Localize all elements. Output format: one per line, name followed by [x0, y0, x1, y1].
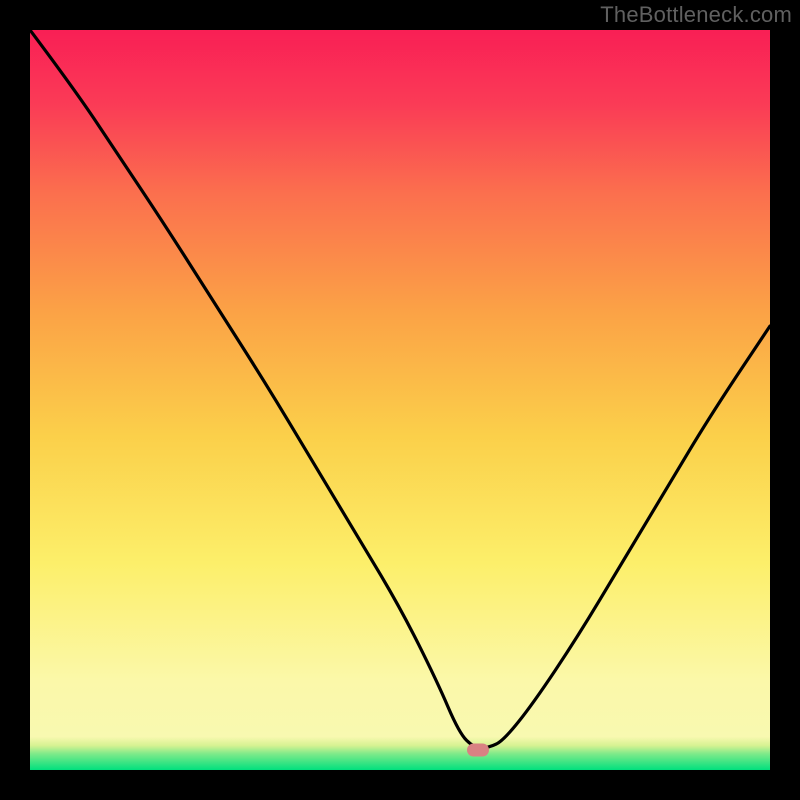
watermark-text: TheBottleneck.com: [600, 2, 792, 28]
bottleneck-curve: [30, 30, 770, 770]
curve-path: [30, 30, 770, 748]
plot-area: [30, 30, 770, 770]
chart-frame: TheBottleneck.com: [0, 0, 800, 800]
minimum-marker: [467, 744, 489, 757]
